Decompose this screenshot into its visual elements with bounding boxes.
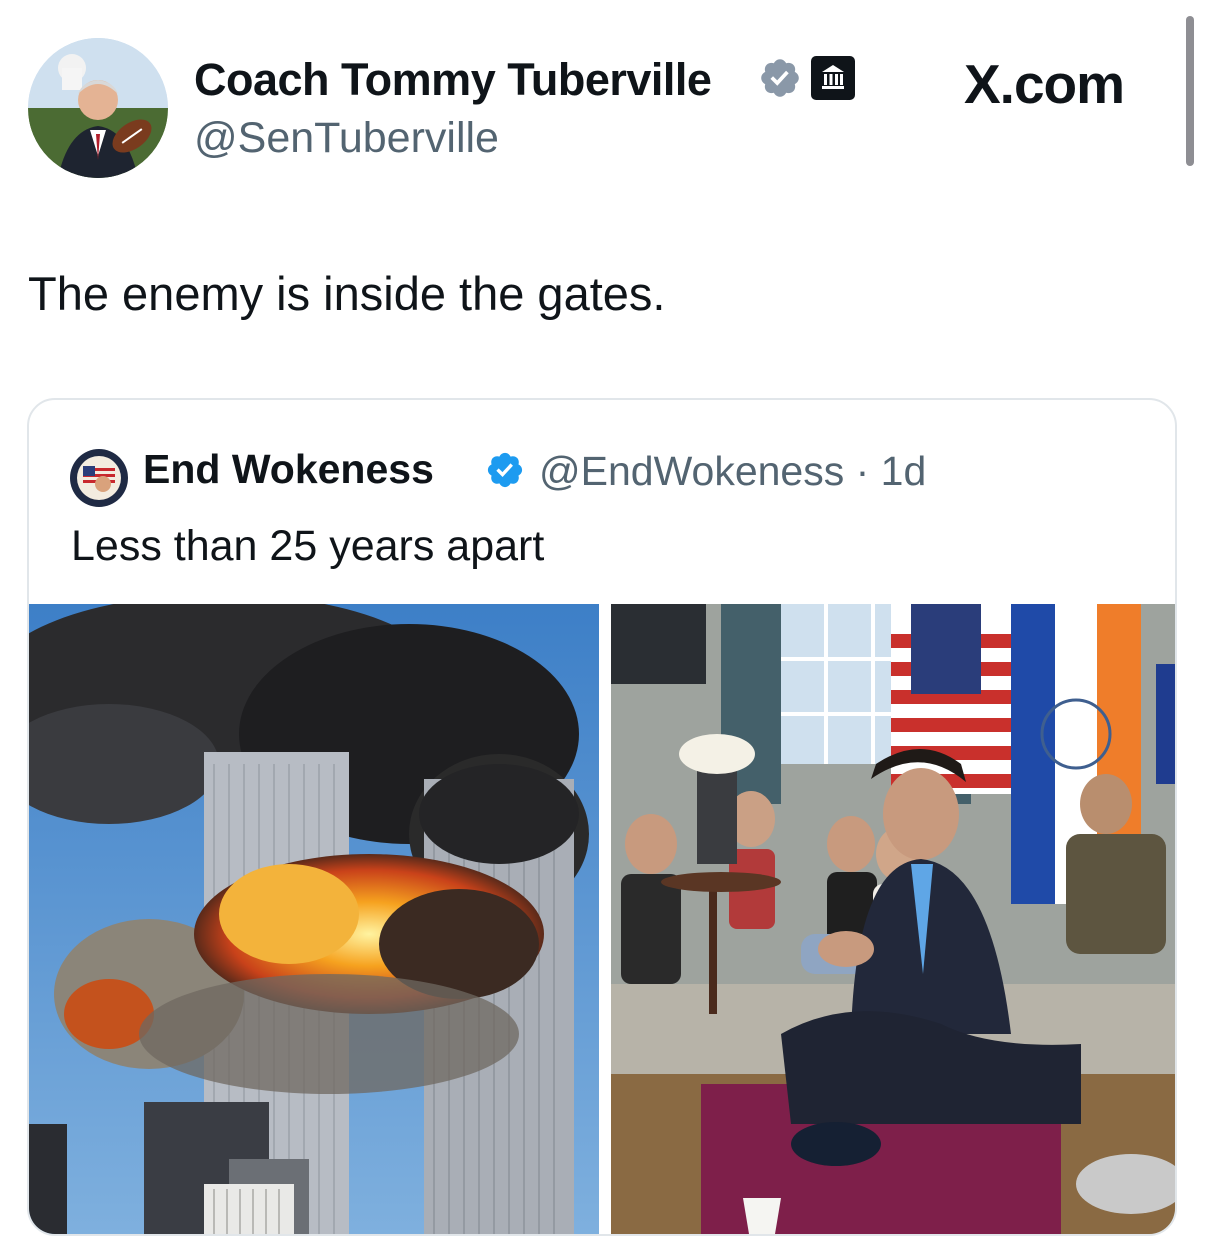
brand-watermark: X.com xyxy=(964,53,1125,115)
government-building-icon[interactable] xyxy=(810,55,856,101)
quoted-tweet-card[interactable]: End Wokeness @EndWokeness · 1d Less than… xyxy=(27,398,1177,1236)
gathering-room-photo[interactable] xyxy=(611,604,1175,1234)
tweet-text: The enemy is inside the gates. xyxy=(28,267,666,320)
patriotic-seal-icon xyxy=(70,449,128,507)
verified-check-icon[interactable] xyxy=(485,450,525,490)
quoted-handle-and-time[interactable]: @EndWokeness · 1d xyxy=(539,448,926,495)
towers-illustration xyxy=(29,604,599,1234)
quoted-media-grid[interactable] xyxy=(29,604,1175,1234)
quoted-tweet-text: Less than 25 years apart xyxy=(71,522,545,570)
author-avatar[interactable] xyxy=(28,38,168,178)
quoted-author-name[interactable]: End Wokeness xyxy=(143,446,434,493)
room-illustration xyxy=(611,604,1175,1234)
burning-towers-photo[interactable] xyxy=(29,604,599,1234)
verified-check-icon[interactable] xyxy=(758,56,802,100)
scrollbar[interactable] xyxy=(1186,16,1194,166)
author-name[interactable]: Coach Tommy Tuberville xyxy=(194,54,712,106)
avatar-portrait-icon xyxy=(28,38,168,178)
author-handle[interactable]: @SenTuberville xyxy=(194,114,499,163)
quoted-author-avatar[interactable] xyxy=(69,448,129,508)
